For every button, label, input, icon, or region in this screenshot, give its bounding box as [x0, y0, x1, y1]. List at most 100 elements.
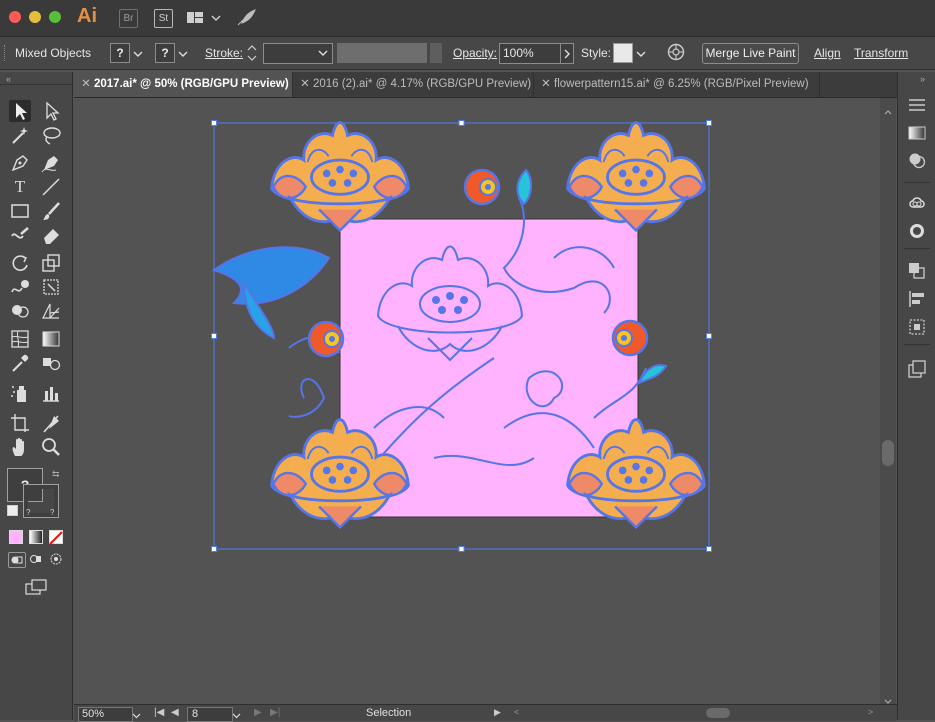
opacity-field[interactable]: 100% [499, 43, 562, 64]
stepper-arrows-icon [247, 45, 257, 61]
rotate-tool[interactable] [9, 252, 31, 274]
arrange-documents-icon [187, 12, 221, 23]
direct-selection-tool[interactable] [40, 100, 62, 122]
window-minimize-button[interactable] [29, 11, 41, 23]
stroke-panel-link[interactable]: Stroke: [205, 46, 243, 60]
slice-tool[interactable] [40, 412, 62, 434]
line-segment-tool[interactable] [40, 176, 62, 198]
cc-libraries-button[interactable] [907, 194, 927, 215]
grip-handle[interactable] [4, 45, 8, 61]
bridge-button[interactable]: Br [119, 9, 138, 28]
recolor-artwork-button[interactable] [667, 43, 685, 64]
vertical-scrollbar[interactable] [880, 98, 896, 704]
perspective-grid-tool[interactable] [40, 300, 62, 322]
draw-normal-button[interactable] [8, 552, 26, 568]
canvas[interactable] [74, 98, 880, 704]
stock-button[interactable]: St [154, 9, 173, 28]
collapse-toolbar-icon[interactable]: « [6, 74, 11, 84]
rectangle-icon [11, 204, 29, 218]
pathfinder-panel-button[interactable] [908, 318, 926, 341]
shape-builder-tool[interactable] [9, 300, 31, 322]
artboard-tool[interactable] [9, 412, 31, 434]
paintbrush-tool[interactable] [40, 200, 62, 222]
fill-dropdown[interactable] [133, 47, 143, 61]
free-transform-tool[interactable] [40, 276, 62, 298]
style-dropdown[interactable] [636, 47, 646, 61]
eyedropper-tool[interactable] [9, 352, 31, 374]
scroll-right-arrow-icon[interactable]: > [868, 707, 873, 717]
transform-panel-button[interactable] [908, 262, 926, 285]
eraser-tool[interactable] [40, 224, 62, 246]
opacity-slider-button[interactable] [560, 43, 574, 64]
magic-wand-tool[interactable] [9, 124, 31, 146]
first-artboard-button[interactable]: |◀ [154, 707, 164, 718]
lasso-tool[interactable] [40, 124, 62, 146]
zoom-tool[interactable] [40, 436, 62, 458]
stroke-weight-stepper[interactable] [246, 43, 260, 63]
close-tab-icon[interactable]: ✕ [538, 72, 554, 97]
layers-panel-button[interactable] [908, 360, 926, 383]
scroll-thumb[interactable] [882, 440, 894, 466]
arrange-documents-button[interactable] [187, 11, 221, 30]
previous-artboard-button[interactable]: ◀ [171, 707, 179, 718]
graphic-style-swatch[interactable] [613, 43, 633, 63]
close-tab-icon[interactable]: ✕ [297, 72, 313, 97]
opacity-panel-link[interactable]: Opacity: [453, 46, 497, 60]
profile-dropdown[interactable] [430, 43, 442, 63]
draw-inside-button[interactable] [48, 552, 64, 566]
variable-width-profile[interactable] [337, 43, 427, 63]
selection-tool[interactable] [9, 100, 31, 122]
scroll-up-arrow-icon[interactable] [884, 102, 892, 120]
gradient-mode-button[interactable] [29, 530, 43, 544]
window-maximize-button[interactable] [49, 11, 61, 23]
next-artboard-button[interactable]: ▶ [254, 707, 262, 718]
eyedropper-icon [12, 354, 29, 372]
window-close-button[interactable] [9, 11, 21, 23]
stroke-weight-field[interactable] [263, 43, 333, 64]
properties-panel-button[interactable] [908, 98, 926, 117]
transparency-panel-button[interactable] [908, 152, 926, 173]
status-menu-arrow-icon[interactable]: ▶ [494, 707, 501, 718]
shaper-tool[interactable] [9, 224, 31, 246]
horizontal-scroll-thumb[interactable] [706, 708, 730, 718]
type-tool[interactable]: T [9, 176, 31, 198]
column-graph-tool[interactable] [40, 382, 62, 404]
last-artboard-button[interactable]: ▶| [270, 707, 280, 718]
curvature-tool[interactable] [40, 152, 62, 174]
swap-fill-stroke-icon[interactable]: ⇆ [52, 469, 60, 480]
scroll-left-arrow-icon[interactable]: < [514, 707, 519, 717]
expand-panels-icon[interactable]: » [920, 74, 925, 84]
close-tab-icon[interactable]: ✕ [78, 72, 94, 97]
change-screen-mode-button[interactable] [24, 578, 48, 601]
stroke-swatch[interactable]: ? [155, 43, 175, 63]
hand-tool[interactable] [9, 436, 31, 458]
gradient-tool[interactable] [40, 328, 62, 350]
align-panel-link[interactable]: Align [814, 46, 841, 60]
symbol-sprayer-tool[interactable] [9, 382, 31, 404]
default-fill-stroke-icon[interactable] [7, 505, 18, 516]
application-bar: Ai Br St [0, 0, 935, 37]
gradient-panel-button[interactable] [908, 126, 926, 145]
tab-2016-2[interactable]: ✕ 2016 (2).ai* @ 4.17% (RGB/GPU Preview) [293, 72, 534, 97]
merge-live-paint-button[interactable]: Merge Live Paint [702, 43, 799, 64]
tab-2017[interactable]: ✕ 2017.ai* @ 50% (RGB/GPU Preview) [74, 72, 293, 97]
mesh-tool[interactable] [9, 328, 31, 350]
fill-swatch[interactable]: ? [110, 43, 130, 63]
color-mode-button[interactable] [9, 530, 23, 544]
pen-tool[interactable] [9, 152, 31, 174]
rectangle-tool[interactable] [9, 200, 31, 222]
warp-tool[interactable] [9, 276, 31, 298]
gpu-performance-button[interactable] [236, 9, 256, 32]
zoom-dropdown[interactable] [132, 710, 141, 722]
stroke-swatch-dropdown[interactable] [178, 47, 188, 61]
scale-tool[interactable] [40, 252, 62, 274]
align-panel-button[interactable] [908, 290, 926, 313]
draw-behind-button[interactable] [28, 552, 44, 566]
tab-flowerpattern15[interactable]: ✕ flowerpattern15.ai* @ 6.25% (RGB/Pixel … [534, 72, 820, 97]
blend-tool[interactable] [40, 352, 62, 374]
artboard-dropdown[interactable] [232, 710, 241, 722]
none-mode-button[interactable] [49, 530, 63, 545]
status-bar: 50% |◀ ◀ 8 ▶ ▶| Selection ▶ < > [74, 704, 897, 722]
transform-panel-link[interactable]: Transform [854, 46, 908, 60]
appearance-panel-button[interactable] [908, 222, 926, 245]
